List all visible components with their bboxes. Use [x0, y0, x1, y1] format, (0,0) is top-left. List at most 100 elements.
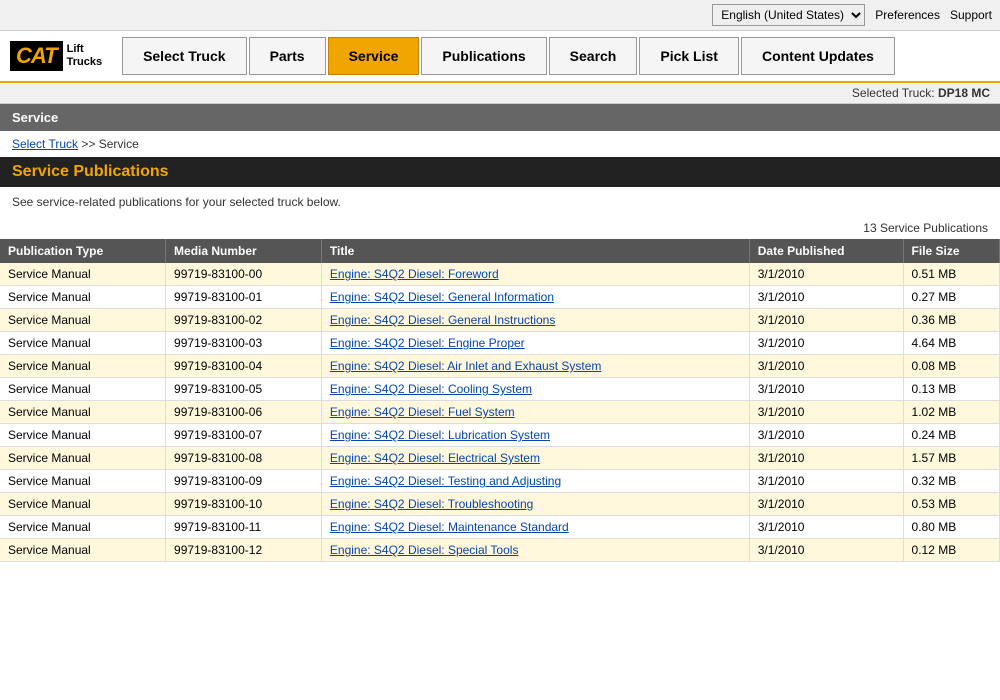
- cell-date: 3/1/2010: [749, 516, 903, 539]
- cell-title: Engine: S4Q2 Diesel: Air Inlet and Exhau…: [321, 355, 749, 378]
- cell-title: Engine: S4Q2 Diesel: Cooling System: [321, 378, 749, 401]
- breadcrumb-select-truck[interactable]: Select Truck: [12, 137, 78, 151]
- table-row: Service Manual99719-83100-02 Engine: S4Q2…: [0, 309, 1000, 332]
- cell-title: Engine: S4Q2 Diesel: Troubleshooting: [321, 493, 749, 516]
- cell-media-number: 99719-83100-06: [166, 401, 322, 424]
- cell-title: Engine: S4Q2 Diesel: Fuel System: [321, 401, 749, 424]
- cell-date: 3/1/2010: [749, 355, 903, 378]
- cell-media-number: 99719-83100-04: [166, 355, 322, 378]
- publication-title-link[interactable]: Engine: S4Q2 Diesel: General Information: [330, 290, 554, 304]
- cell-media-number: 99719-83100-09: [166, 470, 322, 493]
- publication-title-link[interactable]: Engine: S4Q2 Diesel: Troubleshooting: [330, 497, 533, 511]
- cell-media-number: 99719-83100-05: [166, 378, 322, 401]
- cell-filesize: 1.02 MB: [903, 401, 999, 424]
- selected-truck-label: Selected Truck:: [852, 86, 935, 100]
- cat-logo-text: CAT: [10, 41, 63, 71]
- cell-date: 3/1/2010: [749, 286, 903, 309]
- publication-title-link[interactable]: Engine: S4Q2 Diesel: Testing and Adjusti…: [330, 474, 561, 488]
- cell-title: Engine: S4Q2 Diesel: Engine Proper: [321, 332, 749, 355]
- cell-filesize: 0.08 MB: [903, 355, 999, 378]
- logo: CAT LiftTrucks: [10, 41, 102, 71]
- nav-tab-select-truck[interactable]: Select Truck: [122, 37, 247, 75]
- cell-date: 3/1/2010: [749, 539, 903, 562]
- cell-title: Engine: S4Q2 Diesel: General Information: [321, 286, 749, 309]
- publication-title-link[interactable]: Engine: S4Q2 Diesel: Engine Proper: [330, 336, 525, 350]
- nav-tab-pick-list[interactable]: Pick List: [639, 37, 739, 75]
- cell-title: Engine: S4Q2 Diesel: Maintenance Standar…: [321, 516, 749, 539]
- cat-logo-subtitle: LiftTrucks: [67, 43, 102, 69]
- header: CAT LiftTrucks Select TruckPartsServiceP…: [0, 31, 1000, 83]
- table-row: Service Manual99719-83100-00Engine: S4Q2…: [0, 263, 1000, 286]
- cell-pub-type: Service Manual: [0, 493, 166, 516]
- cell-filesize: 0.53 MB: [903, 493, 999, 516]
- nav-tab-parts[interactable]: Parts: [249, 37, 326, 75]
- cell-media-number: 99719-83100-07: [166, 424, 322, 447]
- page-title: Service Publications: [12, 163, 988, 181]
- cell-media-number: 99719-83100-12: [166, 539, 322, 562]
- cell-pub-type: Service Manual: [0, 447, 166, 470]
- description: See service-related publications for you…: [0, 187, 1000, 217]
- cell-filesize: 0.24 MB: [903, 424, 999, 447]
- preferences-link[interactable]: Preferences: [875, 8, 940, 22]
- cell-pub-type: Service Manual: [0, 470, 166, 493]
- cell-media-number: 99719-83100-08: [166, 447, 322, 470]
- cell-pub-type: Service Manual: [0, 424, 166, 447]
- publication-title-link[interactable]: Engine: S4Q2 Diesel: Air Inlet and Exhau…: [330, 359, 601, 373]
- publication-title-link[interactable]: Engine: S4Q2 Diesel: Fuel System: [330, 405, 515, 419]
- nav-tabs: Select TruckPartsServicePublicationsSear…: [122, 37, 895, 75]
- cell-title: Engine: S4Q2 Diesel: General Instruction…: [321, 309, 749, 332]
- breadcrumb-separator: >>: [81, 137, 95, 151]
- cell-media-number: 99719-83100-00: [166, 263, 322, 286]
- cell-filesize: 4.64 MB: [903, 332, 999, 355]
- cell-pub-type: Service Manual: [0, 309, 166, 332]
- nav-tab-content-updates[interactable]: Content Updates: [741, 37, 895, 75]
- cell-media-number: 99719-83100-02: [166, 309, 322, 332]
- cell-filesize: 0.36 MB: [903, 309, 999, 332]
- nav-tab-search[interactable]: Search: [549, 37, 638, 75]
- cell-pub-type: Service Manual: [0, 286, 166, 309]
- nav-tab-service[interactable]: Service: [328, 37, 420, 75]
- cell-filesize: 1.57 MB: [903, 447, 999, 470]
- publication-title-link[interactable]: Engine: S4Q2 Diesel: Lubrication System: [330, 428, 550, 442]
- cell-date: 3/1/2010: [749, 493, 903, 516]
- nav-tab-publications[interactable]: Publications: [421, 37, 546, 75]
- publication-title-link[interactable]: Engine: S4Q2 Diesel: Special Tools: [330, 543, 519, 557]
- section-header: Service: [0, 104, 1000, 131]
- cell-media-number: 99719-83100-01: [166, 286, 322, 309]
- cell-title: Engine: S4Q2 Diesel: Testing and Adjusti…: [321, 470, 749, 493]
- cell-pub-type: Service Manual: [0, 516, 166, 539]
- publication-title-link[interactable]: Engine: S4Q2 Diesel: Foreword: [330, 267, 499, 281]
- table-row: Service Manual99719-83100-12 Engine: S4Q2…: [0, 539, 1000, 562]
- cell-title: Engine: S4Q2 Diesel: Special Tools: [321, 539, 749, 562]
- cell-filesize: 0.13 MB: [903, 378, 999, 401]
- publication-title-link[interactable]: Engine: S4Q2 Diesel: General Instruction…: [330, 313, 555, 327]
- language-select[interactable]: English (United States): [712, 4, 865, 26]
- table-header-row: Publication TypeMedia NumberTitleDate Pu…: [0, 239, 1000, 263]
- cell-date: 3/1/2010: [749, 309, 903, 332]
- cell-media-number: 99719-83100-11: [166, 516, 322, 539]
- breadcrumb-current: Service: [99, 137, 139, 151]
- page-title-bar: Service Publications: [0, 157, 1000, 187]
- top-bar: English (United States) Preferences Supp…: [0, 0, 1000, 31]
- table-row: Service Manual99719-83100-08 Engine: S4Q2…: [0, 447, 1000, 470]
- publication-title-link[interactable]: Engine: S4Q2 Diesel: Electrical System: [330, 451, 540, 465]
- cell-filesize: 0.12 MB: [903, 539, 999, 562]
- cell-date: 3/1/2010: [749, 332, 903, 355]
- cell-filesize: 0.51 MB: [903, 263, 999, 286]
- cell-filesize: 0.32 MB: [903, 470, 999, 493]
- table-row: Service Manual99719-83100-09 Engine: S4Q2…: [0, 470, 1000, 493]
- cell-date: 3/1/2010: [749, 263, 903, 286]
- cell-pub-type: Service Manual: [0, 539, 166, 562]
- support-link[interactable]: Support: [950, 8, 992, 22]
- count-bar: 13 Service Publications: [0, 217, 1000, 239]
- cell-title: Engine: S4Q2 Diesel: Foreword: [321, 263, 749, 286]
- table-row: Service Manual99719-83100-07 Engine: S4Q2…: [0, 424, 1000, 447]
- cell-media-number: 99719-83100-10: [166, 493, 322, 516]
- cell-filesize: 0.80 MB: [903, 516, 999, 539]
- publication-title-link[interactable]: Engine: S4Q2 Diesel: Cooling System: [330, 382, 532, 396]
- selected-truck-value: DP18 MC: [938, 86, 990, 100]
- main-content: Service Select Truck >> Service Service …: [0, 104, 1000, 678]
- cell-filesize: 0.27 MB: [903, 286, 999, 309]
- cell-title: Engine: S4Q2 Diesel: Lubrication System: [321, 424, 749, 447]
- publication-title-link[interactable]: Engine: S4Q2 Diesel: Maintenance Standar…: [330, 520, 569, 534]
